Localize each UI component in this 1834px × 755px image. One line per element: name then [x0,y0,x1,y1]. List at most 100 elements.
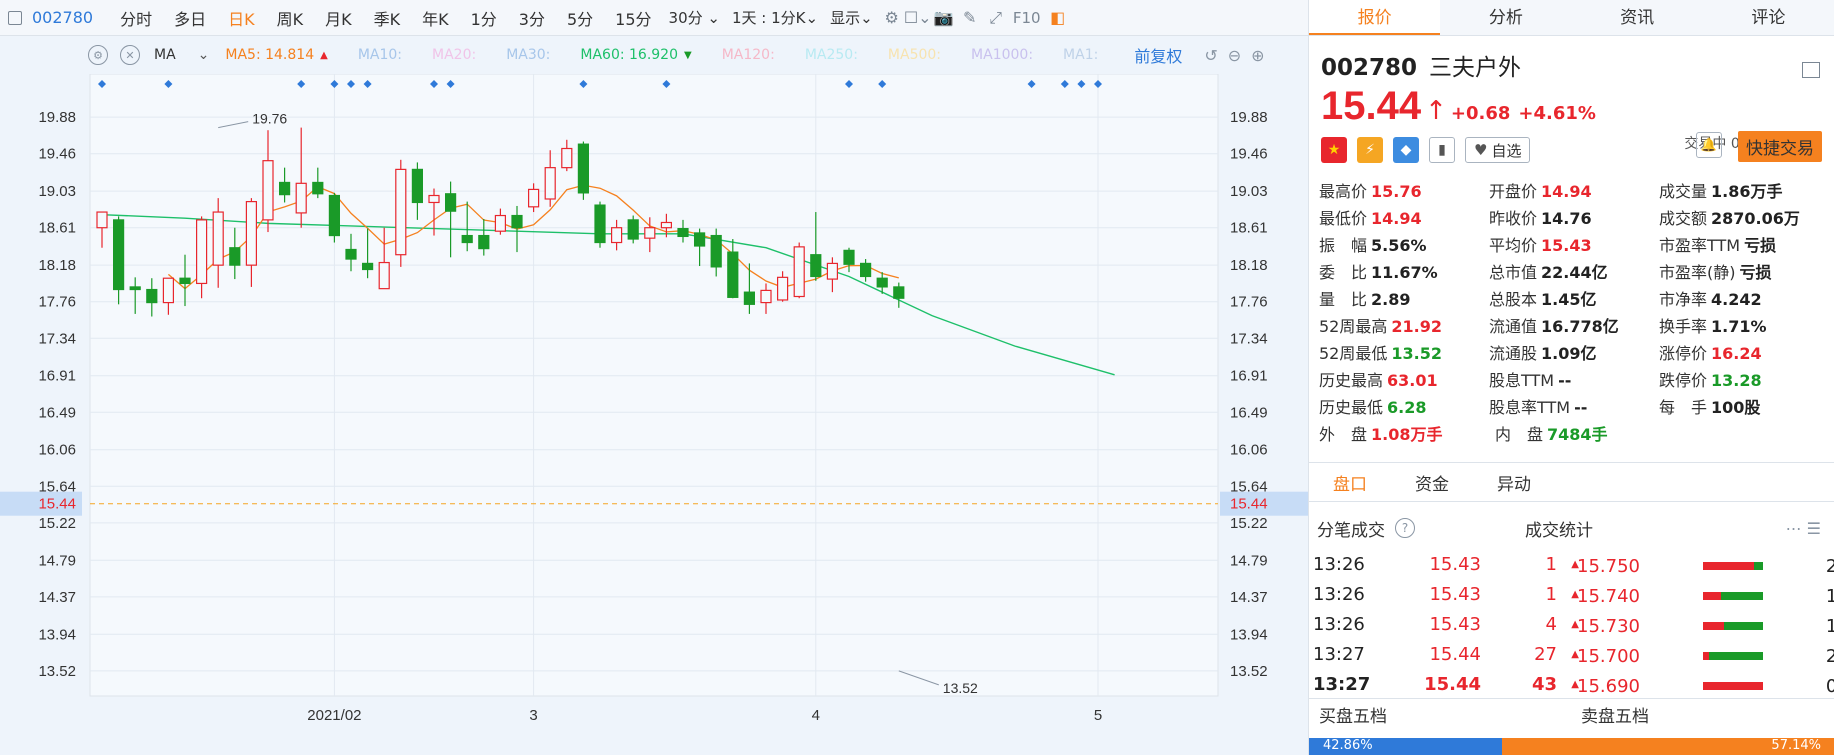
ma-label[interactable]: MA [154,47,176,63]
stat-item: 开盘价 14.94 [1489,178,1659,202]
stat-item: 市盈率TTM 亏损 [1659,232,1829,256]
tab-quote[interactable]: 报价 [1309,0,1441,35]
volume-stat-row: 15.690 0.58% [1577,672,1834,700]
bell-icon[interactable]: 🔔 [1696,132,1722,158]
price-change: +0.68 [1450,103,1511,124]
fullscreen-icon[interactable]: ⤢ [983,6,1009,30]
quote-stats: 最高价 15.76 开盘价 14.94 成交量 1.86万手 最低价 14.94 昨收价 14.7… [1319,176,1829,446]
ma-indicator-0[interactable]: MA5: 14.814 [225,47,314,63]
stat-label: 换手率 [1659,316,1708,336]
period-tab-5[interactable]: 月K [314,6,363,30]
camera-icon[interactable]: 📷 [931,6,957,30]
ma-dropdown-icon[interactable]: ⌄ [198,47,210,63]
candle-down [411,168,423,204]
stat-label: 内 盘 [1495,424,1544,444]
stat-row: 外 盘 1.08万手内 盘 7484手 [1319,419,1829,446]
up-arrow-icon: ↑ [1425,96,1447,126]
range-select[interactable]: 1天 : 1分K⌄ [726,7,824,28]
candle-down [693,232,706,247]
display-select[interactable]: 显示⌄ [824,7,879,28]
stock-code-label: 002780 [1321,55,1418,81]
current-price-right: 15.44 [1230,496,1268,513]
trade-t: 13:27 [1313,673,1371,695]
zoom-out-icon[interactable]: ⊖ [1228,46,1241,65]
stat-item: 换手率 1.71% [1659,313,1829,337]
candlestick-chart[interactable]: 19.88 19.88 19.46 19.46 19.03 19.03 18.61 18.61… [0,74,1308,755]
adjust-select[interactable]: 前复权 [1134,43,1182,67]
bookmark-icon[interactable]: ▮ [1429,137,1455,163]
volume-sell-fill [1721,592,1763,600]
y-tick-right: 19.88 [1230,109,1268,126]
stat-label: 52周最低 [1319,343,1388,363]
more-icon[interactable]: ⋯ ☰ [1786,519,1821,538]
trade-p: 15.44 [1424,673,1481,695]
period-tab-2[interactable]: 多日 [163,6,217,30]
lightning-icon[interactable]: ⚡ [1357,137,1383,163]
period-tab-daily[interactable]: 日K [217,6,266,30]
tab-capital[interactable]: 资金 [1391,470,1473,495]
settings-gear-icon[interactable]: ⚙ [879,6,905,30]
trade-q: 4 [1545,613,1557,635]
ma-indicator-8[interactable]: MA1000: [971,47,1033,63]
fast-trade-button[interactable]: 快捷交易 [1738,131,1822,162]
period-tab-9[interactable]: 3分 [508,6,556,30]
stat-value: 1.71% [1711,316,1767,336]
buy-book-title: 买盘五档 [1319,707,1387,727]
ma-indicator-2[interactable]: MA20: [432,47,476,63]
ma-indicator-7[interactable]: MA500: [888,47,941,63]
tab-comments[interactable]: 评论 [1703,0,1834,35]
period-tab-6[interactable]: 季K [363,6,412,30]
indicator-settings-icon[interactable]: ⚙ [88,45,108,65]
volume-stat-row: 15.750 2.05% [1577,552,1834,580]
candle-down [279,181,291,196]
ma-indicator-3[interactable]: MA30: [506,47,550,63]
box-select-icon[interactable]: ☐⌄ [904,6,932,30]
y-tick-left: 19.03 [38,183,76,200]
heart-icon: ♥ [1474,141,1488,159]
ma-indicator-5[interactable]: MA120: [722,47,775,63]
ma-indicator-6[interactable]: MA250: [805,47,858,63]
period-tab-11[interactable]: 15分 [604,6,662,30]
draw-pencil-icon[interactable]: ✎ [957,6,983,30]
tab-analysis[interactable]: 分析 [1440,0,1571,35]
ma-indicator-1[interactable]: MA10: [358,47,402,63]
candle-up [561,147,573,169]
period-tab-8[interactable]: 1分 [460,6,508,30]
orderbook-header: 买盘五档 卖盘五档 [1309,698,1834,730]
y-tick-left: 18.18 [38,257,76,274]
y-tick-left: 15.22 [38,515,76,532]
sidebar-toggle-icon[interactable] [8,10,22,25]
candle-down [112,219,125,291]
panel-toggle-icon[interactable]: ◧ [1045,6,1071,30]
y-tick-left: 16.06 [38,442,76,459]
layout-icon[interactable] [1802,62,1820,78]
period-tab-1[interactable]: 分时 [109,6,163,30]
reset-icon[interactable]: ↺ [1204,46,1217,65]
tab-orderbook[interactable]: 盘口 [1309,470,1391,495]
period-tab-10[interactable]: 5分 [556,6,604,30]
stat-item: 内 盘 7484手 [1495,421,1671,445]
tab-news[interactable]: 资讯 [1572,0,1703,35]
sell-book-title: 卖盘五档 [1581,707,1649,727]
ma-indicator-4[interactable]: MA60: 16.920 [580,47,678,63]
period-tab-4[interactable]: 周K [266,6,315,30]
buy-arrow-icon: ▲ [1571,678,1579,690]
tab-anomaly[interactable]: 异动 [1473,470,1555,495]
period-tab-7[interactable]: 年K [411,6,460,30]
y-tick-left: 16.49 [38,404,76,421]
stat-label: 振 幅 [1319,235,1368,255]
tag-icon[interactable]: ◆ [1393,137,1419,163]
add-watchlist-button[interactable]: ♥ 自选 [1465,137,1531,163]
buy-arrow-icon: ▲ [1571,588,1579,600]
stat-label: 每 手 [1659,397,1708,417]
stat-item: 52周最高 21.92 [1319,313,1489,337]
f10-button[interactable]: F10 [1009,6,1045,30]
volume-stat-pct: 0.58% [1825,675,1834,697]
more-period-select[interactable]: 30分 ⌄ [663,7,726,28]
ma-indicator-9[interactable]: MA1: [1063,47,1098,63]
candle-down [893,286,905,299]
quote-panel: 报价 分析 资讯 评论 002780 三夫户外 15.44 ↑ +0.68 +4.… [1308,0,1834,755]
indicator-close-icon[interactable]: ✕ [120,45,140,65]
help-icon[interactable]: ? [1395,518,1415,538]
zoom-in-icon[interactable]: ⊕ [1251,46,1264,65]
